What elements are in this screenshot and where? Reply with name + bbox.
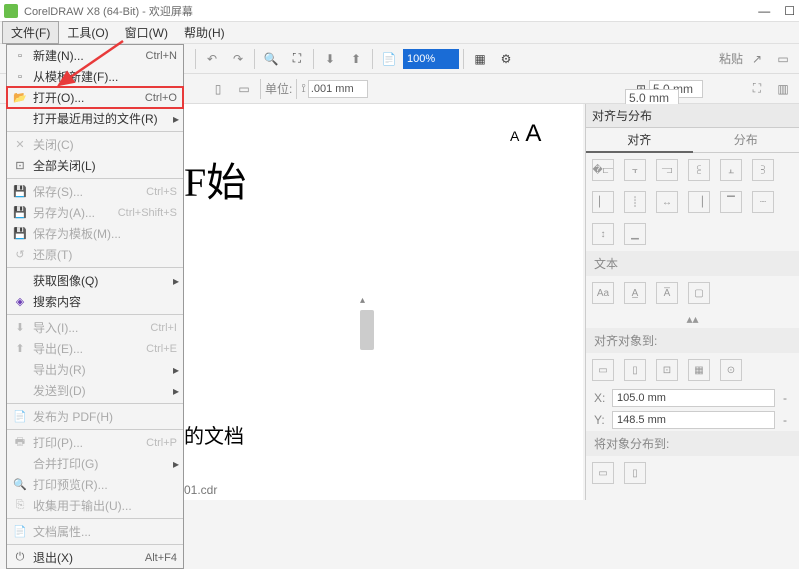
menu-help[interactable]: 帮助(H) bbox=[176, 22, 233, 43]
align-x-value[interactable]: 105.0 mm bbox=[612, 389, 775, 407]
menu-export-to: 导出为(R)▸ bbox=[7, 359, 183, 380]
menu-publish-pdf: 📄发布为 PDF(H) bbox=[7, 406, 183, 427]
menu-export: ⬆导出(E)...Ctrl+E bbox=[7, 338, 183, 359]
dist-bottom-icon[interactable]: ▁ bbox=[624, 223, 646, 245]
redo-icon[interactable]: ↷ bbox=[226, 47, 250, 71]
menu-tools[interactable]: 工具(O) bbox=[59, 22, 116, 43]
alignto-grid-icon[interactable]: ▦ bbox=[688, 359, 710, 381]
nudge-distance[interactable]: .001 mm bbox=[308, 80, 368, 98]
menubar: 文件(F) 工具(O) 窗口(W) 帮助(H) bbox=[0, 22, 799, 44]
menu-open-recent[interactable]: 打开最近用过的文件(R)▸ bbox=[7, 108, 183, 129]
file-menu-dropdown: ▫新建(N)...Ctrl+N ▫从模板新建(F)... 📂打开(O)...Ct… bbox=[6, 44, 184, 569]
align-distribute-panel: 对齐与分布 对齐 分布 �⫍ ⫟ ⫎ ⫕ ⫠ ⫖ ▏ ┊ ↔ ▕ ▔ ┈ ↕ ▁… bbox=[585, 104, 799, 500]
menu-print: 🖶打印(P)...Ctrl+P bbox=[7, 432, 183, 453]
tab-align[interactable]: 对齐 bbox=[586, 128, 693, 153]
menu-save-as: 💾另存为(A)...Ctrl+Shift+S bbox=[7, 202, 183, 223]
menu-save-template: 💾保存为模板(M)... bbox=[7, 223, 183, 244]
text-first-icon[interactable]: A̲ bbox=[624, 282, 646, 304]
titlebar: CorelDRAW X8 (64-Bit) - 欢迎屏幕 — ☐ bbox=[0, 0, 799, 22]
dist-top-icon[interactable]: ▔ bbox=[720, 191, 742, 213]
scroll-up-icon[interactable]: ▴ bbox=[360, 295, 365, 306]
alignto-point-icon[interactable]: ⊙ bbox=[720, 359, 742, 381]
orientation-icon[interactable]: ▯ bbox=[206, 77, 230, 101]
distto-page-icon[interactable]: ▯ bbox=[624, 462, 646, 484]
pdf-icon[interactable]: 📄 bbox=[377, 47, 401, 71]
distto-selection-icon[interactable]: ▭ bbox=[592, 462, 614, 484]
align-left-icon[interactable]: �⫍ bbox=[592, 159, 614, 181]
text-baseline-icon[interactable]: Aa bbox=[592, 282, 614, 304]
dist-spacing-h-icon[interactable]: ↔ bbox=[656, 191, 678, 213]
menu-send-to: 发送到(D)▸ bbox=[7, 380, 183, 401]
options-icon[interactable]: ⚙ bbox=[494, 47, 518, 71]
crop-icon[interactable]: ⛶ bbox=[745, 77, 769, 101]
menu-acquire-image[interactable]: 获取图像(Q)▸ bbox=[7, 270, 183, 291]
window-title: CorelDRAW X8 (64-Bit) - 欢迎屏幕 bbox=[24, 3, 193, 19]
section-text: 文本 bbox=[586, 251, 799, 276]
align-top-icon[interactable]: ⫕ bbox=[688, 159, 710, 181]
undo-icon[interactable]: ↶ bbox=[200, 47, 224, 71]
dist-center-v-icon[interactable]: ┈ bbox=[752, 191, 774, 213]
search-icon[interactable]: 🔍 bbox=[259, 47, 283, 71]
zoom-level[interactable]: 100% bbox=[403, 49, 459, 69]
alignto-objects-icon[interactable]: ▭ bbox=[592, 359, 614, 381]
menu-close: ✕关闭(C) bbox=[7, 134, 183, 155]
dist-left-icon[interactable]: ▏ bbox=[592, 191, 614, 213]
dist-center-h-icon[interactable]: ┊ bbox=[624, 191, 646, 213]
align-middle-icon[interactable]: ⫠ bbox=[720, 159, 742, 181]
menu-window[interactable]: 窗口(W) bbox=[117, 22, 176, 43]
menu-new[interactable]: ▫新建(N)...Ctrl+N bbox=[7, 45, 183, 66]
panel-title: 对齐与分布 bbox=[586, 104, 799, 128]
alignto-center-icon[interactable]: ⊡ bbox=[656, 359, 678, 381]
menu-close-all[interactable]: ⊡全部关闭(L) bbox=[7, 155, 183, 176]
paste-special-icon[interactable]: 粘贴 bbox=[719, 47, 743, 71]
maximize-icon[interactable]: ☐ bbox=[784, 4, 795, 18]
bleed-icon[interactable]: ▥ bbox=[771, 77, 795, 101]
import-icon[interactable]: ⬇ bbox=[318, 47, 342, 71]
alignto-page-icon[interactable]: ▯ bbox=[624, 359, 646, 381]
font-size-indicator: AA bbox=[510, 120, 541, 148]
scrollbar-thumb[interactable] bbox=[360, 310, 374, 350]
menu-search-content[interactable]: ◈搜索内容 bbox=[7, 291, 183, 312]
snap-icon[interactable]: ▦ bbox=[468, 47, 492, 71]
text-box-icon[interactable]: ▢ bbox=[688, 282, 710, 304]
canvas-text-2: 的文档 bbox=[184, 420, 244, 449]
export-icon[interactable]: ⬆ bbox=[344, 47, 368, 71]
recent-file-name: 01.cdr bbox=[184, 483, 217, 497]
launch-icon[interactable]: ↗ bbox=[745, 47, 769, 71]
units-field: 单位: bbox=[265, 80, 292, 97]
canvas-text-1: F始 bbox=[184, 150, 246, 208]
dist-right-icon[interactable]: ▕ bbox=[688, 191, 710, 213]
minimize-icon[interactable]: — bbox=[758, 4, 770, 18]
menu-exit[interactable]: ⏻退出(X)Alt+F4 bbox=[7, 547, 183, 568]
tab-distribute[interactable]: 分布 bbox=[693, 128, 799, 153]
menu-file[interactable]: 文件(F) bbox=[2, 21, 59, 44]
dist-spacing-v-icon[interactable]: ↕ bbox=[592, 223, 614, 245]
menu-collect-output: ⎘收集用于输出(U)... bbox=[7, 495, 183, 516]
align-center-h-icon[interactable]: ⫟ bbox=[624, 159, 646, 181]
menu-import: ⬇导入(I)...Ctrl+I bbox=[7, 317, 183, 338]
menu-print-preview: 🔍打印预览(R)... bbox=[7, 474, 183, 495]
orientation2-icon[interactable]: ▭ bbox=[232, 77, 256, 101]
menu-open[interactable]: 📂打开(O)...Ctrl+O bbox=[7, 87, 183, 108]
text-last-icon[interactable]: A̅ bbox=[656, 282, 678, 304]
align-right-icon[interactable]: ⫎ bbox=[656, 159, 678, 181]
app-logo-icon bbox=[4, 4, 18, 18]
section-distribute-to: 将对象分布到: bbox=[586, 431, 799, 456]
menu-save: 💾保存(S)...Ctrl+S bbox=[7, 181, 183, 202]
menu-new-from-template[interactable]: ▫从模板新建(F)... bbox=[7, 66, 183, 87]
menu-doc-properties: 📄文档属性... bbox=[7, 521, 183, 542]
menu-revert: ↺还原(T) bbox=[7, 244, 183, 265]
panel-icon[interactable]: ▭ bbox=[771, 47, 795, 71]
section-align-to: 对齐对象到: bbox=[586, 328, 799, 353]
menu-print-merge: 合并打印(G)▸ bbox=[7, 453, 183, 474]
align-bottom-icon[interactable]: ⫖ bbox=[752, 159, 774, 181]
fullscreen-icon[interactable]: ⛶ bbox=[285, 47, 309, 71]
align-y-value[interactable]: 148.5 mm bbox=[612, 411, 775, 429]
